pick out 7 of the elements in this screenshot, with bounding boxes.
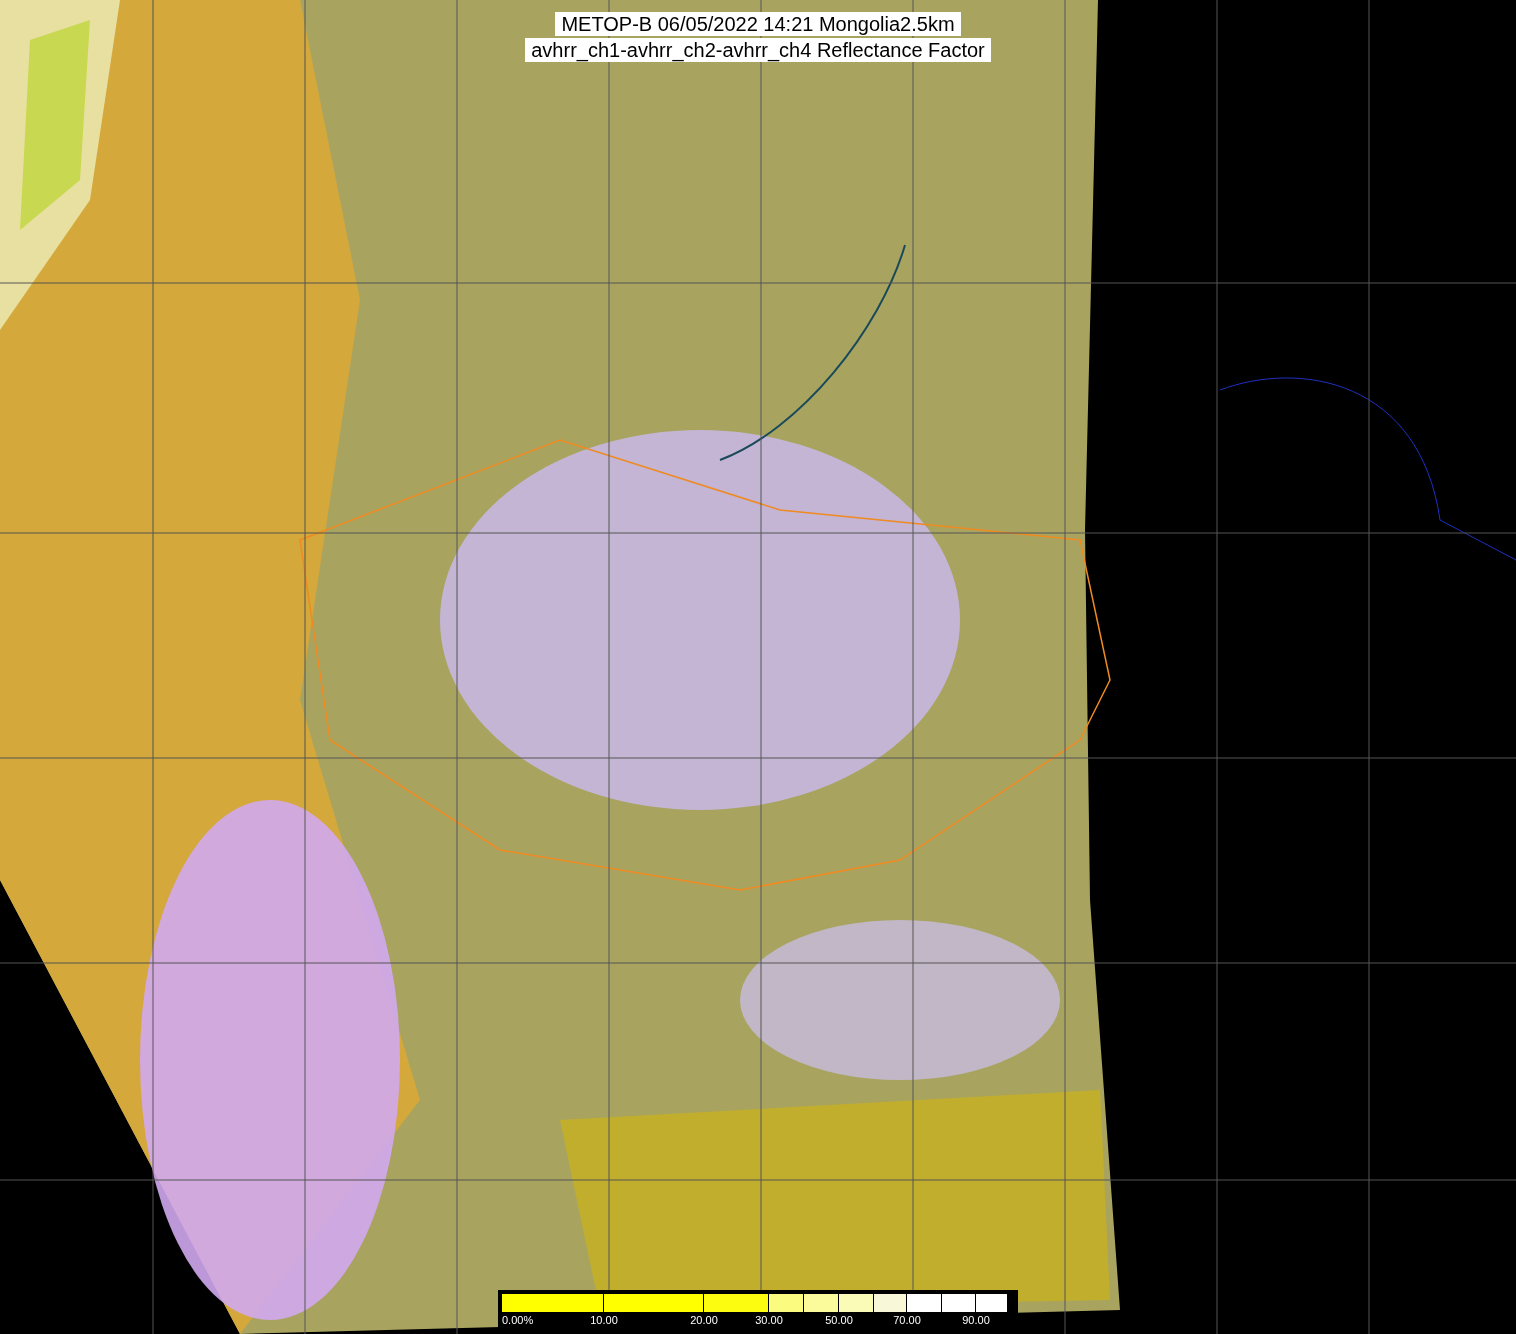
tick-label: 0.00% — [502, 1314, 534, 1327]
tick-label: 50.00 — [825, 1314, 853, 1327]
tick-label: 30.00 — [755, 1314, 783, 1327]
tick-label: 90.00 — [962, 1314, 990, 1327]
tick-label: 20.00 — [690, 1314, 718, 1327]
tick-label: 10.00 — [590, 1314, 618, 1327]
tick-label: 70.00 — [893, 1314, 921, 1327]
